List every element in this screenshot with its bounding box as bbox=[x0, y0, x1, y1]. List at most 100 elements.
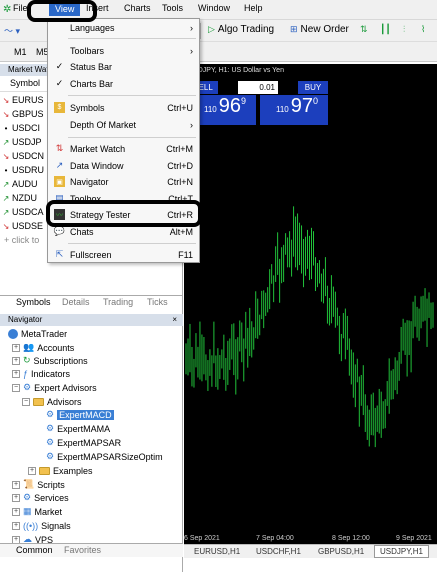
menu-item-navigator[interactable]: ▣ Navigator Ctrl+N bbox=[48, 174, 199, 189]
nav-accounts[interactable]: + 👥 Accounts bbox=[12, 341, 74, 354]
navigator-title-label: Navigator bbox=[8, 315, 43, 324]
nav-expert-mapsar[interactable]: ⚙ ExpertMAPSAR bbox=[46, 436, 121, 449]
expand-icon[interactable]: + bbox=[28, 466, 36, 475]
price-chart bbox=[185, 206, 434, 448]
nav-services[interactable]: + ⚙ Services bbox=[12, 491, 69, 504]
symbol-name: USDCI bbox=[12, 123, 41, 133]
menu-label: Symbols bbox=[70, 102, 105, 113]
menu-item-languages[interactable]: Languages › bbox=[48, 20, 199, 35]
menu-item-market-watch[interactable]: ⇅ Market Watch Ctrl+M bbox=[48, 141, 199, 156]
menu-separator bbox=[68, 38, 196, 39]
menu-file[interactable]: File bbox=[13, 3, 28, 13]
indicators-icon: ƒ bbox=[23, 368, 29, 379]
menu-item-fullscreen[interactable]: ⇱ Fullscreen F11 bbox=[48, 247, 199, 262]
tab-common[interactable]: Common bbox=[16, 545, 53, 555]
candles-icon[interactable]: ⫶ bbox=[403, 24, 405, 35]
chart-tab-usdjpy[interactable]: USDJPY,H1 bbox=[374, 545, 429, 558]
data-window-icon: ↗ bbox=[55, 160, 64, 170]
check-icon: ✓ bbox=[55, 61, 64, 71]
expand-icon[interactable]: + bbox=[12, 507, 20, 516]
menu-item-charts-bar[interactable]: ✓ Charts Bar bbox=[48, 76, 199, 91]
symbol-name: GBPUS bbox=[12, 109, 44, 119]
symbol-name: USDSE bbox=[12, 221, 44, 231]
nav-market[interactable]: + ▦ Market bbox=[12, 505, 62, 518]
nav-expert-advisors[interactable]: − ⚙ Expert Advisors bbox=[12, 381, 97, 394]
menu-charts[interactable]: Charts bbox=[124, 3, 151, 13]
symbol-name: USDCA bbox=[12, 207, 44, 217]
nav-root[interactable]: MetaTrader bbox=[8, 327, 67, 340]
menu-label: Fullscreen bbox=[70, 249, 112, 260]
menu-help[interactable]: Help bbox=[244, 3, 263, 13]
nav-label: Advisors bbox=[47, 396, 82, 407]
menu-item-symbols[interactable]: $ Symbols Ctrl+U bbox=[48, 100, 199, 115]
nav-label: Scripts bbox=[37, 479, 65, 490]
line-chart-icon[interactable]: ⌇ bbox=[421, 24, 425, 35]
menu-shortcut: Ctrl+D bbox=[167, 160, 193, 171]
down-arrow-icon: ↘ bbox=[2, 95, 10, 105]
expand-icon[interactable]: + bbox=[12, 493, 20, 502]
menu-label: Data Window bbox=[70, 160, 124, 171]
nav-scripts[interactable]: + 📜 Scripts bbox=[12, 478, 65, 491]
chart-window[interactable]: USDJPY, H1: US Dollar vs Yen SELL 0.01 B… bbox=[184, 64, 437, 544]
chart-tab-eurusd[interactable]: EURUSD,H1 bbox=[194, 547, 240, 556]
expand-icon[interactable]: + bbox=[12, 369, 20, 378]
menu-shortcut: Ctrl+U bbox=[167, 102, 193, 113]
column-symbol[interactable]: Symbol bbox=[10, 78, 40, 88]
navigator-title: Navigator × bbox=[0, 314, 183, 326]
chart-tab-usdchf[interactable]: USDCHF,H1 bbox=[256, 547, 301, 556]
tab-details[interactable]: Details bbox=[62, 297, 90, 307]
nav-advisors[interactable]: − Advisors bbox=[22, 395, 82, 408]
menu-label: Toolbars bbox=[70, 45, 105, 56]
nav-label: Examples bbox=[53, 465, 93, 476]
nav-label: Indicators bbox=[31, 368, 71, 379]
tab-favorites[interactable]: Favorites bbox=[64, 545, 101, 555]
menu-tools[interactable]: Tools bbox=[162, 3, 183, 13]
submenu-arrow-icon: › bbox=[190, 22, 193, 33]
accounts-icon: 👥 bbox=[23, 342, 35, 352]
depth-icon[interactable]: ⇅ bbox=[360, 24, 368, 35]
menu-item-depth-of-market[interactable]: Depth Of Market › bbox=[48, 117, 199, 132]
nav-expert-mapsar-size[interactable]: ⚙ ExpertMAPSARSizeOptim bbox=[46, 450, 163, 463]
submenu-arrow-icon: › bbox=[190, 119, 193, 130]
nav-expert-mama[interactable]: ⚙ ExpertMAMA bbox=[46, 422, 110, 435]
expand-icon[interactable]: + bbox=[12, 343, 20, 352]
symbol-name: EURUS bbox=[12, 95, 44, 105]
expand-icon[interactable]: + bbox=[12, 480, 20, 489]
menu-window[interactable]: Window bbox=[198, 3, 230, 13]
chart-bars-icon[interactable]: ┃┃ bbox=[380, 24, 391, 35]
tab-symbols[interactable]: Symbols bbox=[16, 297, 51, 307]
collapse-icon[interactable]: − bbox=[22, 397, 30, 406]
new-order-button[interactable]: ⊞ New Order bbox=[290, 24, 349, 35]
menu-shortcut: Ctrl+N bbox=[167, 176, 193, 187]
symbol-name: USDJP bbox=[12, 137, 42, 147]
expand-icon[interactable]: + bbox=[12, 356, 20, 365]
timeframe-m1[interactable]: M1 bbox=[14, 47, 27, 57]
nav-examples[interactable]: + Examples bbox=[28, 464, 93, 477]
nav-indicators[interactable]: + ƒ Indicators bbox=[12, 367, 70, 380]
menu-label: Status Bar bbox=[70, 61, 113, 72]
x-tick: 7 Sep 04:00 bbox=[256, 535, 294, 542]
nav-expert-macd[interactable]: ⚙ ExpertMACD bbox=[46, 408, 114, 421]
nav-signals[interactable]: + ((•)) Signals bbox=[12, 519, 71, 532]
chart-type-icon[interactable]: 〜 ▾ bbox=[4, 24, 20, 37]
up-arrow-icon: ↗ bbox=[2, 137, 10, 147]
collapse-icon[interactable]: − bbox=[12, 383, 20, 392]
close-icon[interactable]: × bbox=[172, 314, 177, 326]
menu-item-status-bar[interactable]: ✓ Status Bar bbox=[48, 59, 199, 74]
menu-label: Languages bbox=[70, 22, 115, 33]
new-order-label: New Order bbox=[300, 24, 349, 35]
tab-trading[interactable]: Trading bbox=[103, 297, 133, 307]
algo-trading-button[interactable]: ▷ Algo Trading bbox=[208, 24, 274, 35]
menu-label: Chats bbox=[70, 226, 94, 237]
chart-tab-gbpusd[interactable]: GBPUSD,H1 bbox=[318, 547, 364, 556]
expert-icon: ⚙ bbox=[46, 437, 55, 447]
menu-item-data-window[interactable]: ↗ Data Window Ctrl+D bbox=[48, 158, 199, 173]
menu-label: Market Watch bbox=[70, 143, 126, 154]
tab-ticks[interactable]: Ticks bbox=[147, 297, 168, 307]
menu-item-toolbars[interactable]: Toolbars › bbox=[48, 43, 199, 58]
expand-icon[interactable]: + bbox=[12, 521, 20, 530]
down-arrow-icon: ↘ bbox=[2, 109, 10, 119]
nav-subscriptions[interactable]: + ↻ Subscriptions bbox=[12, 354, 88, 367]
signals-icon: ((•)) bbox=[23, 520, 39, 531]
nav-label: Market bbox=[34, 506, 63, 517]
